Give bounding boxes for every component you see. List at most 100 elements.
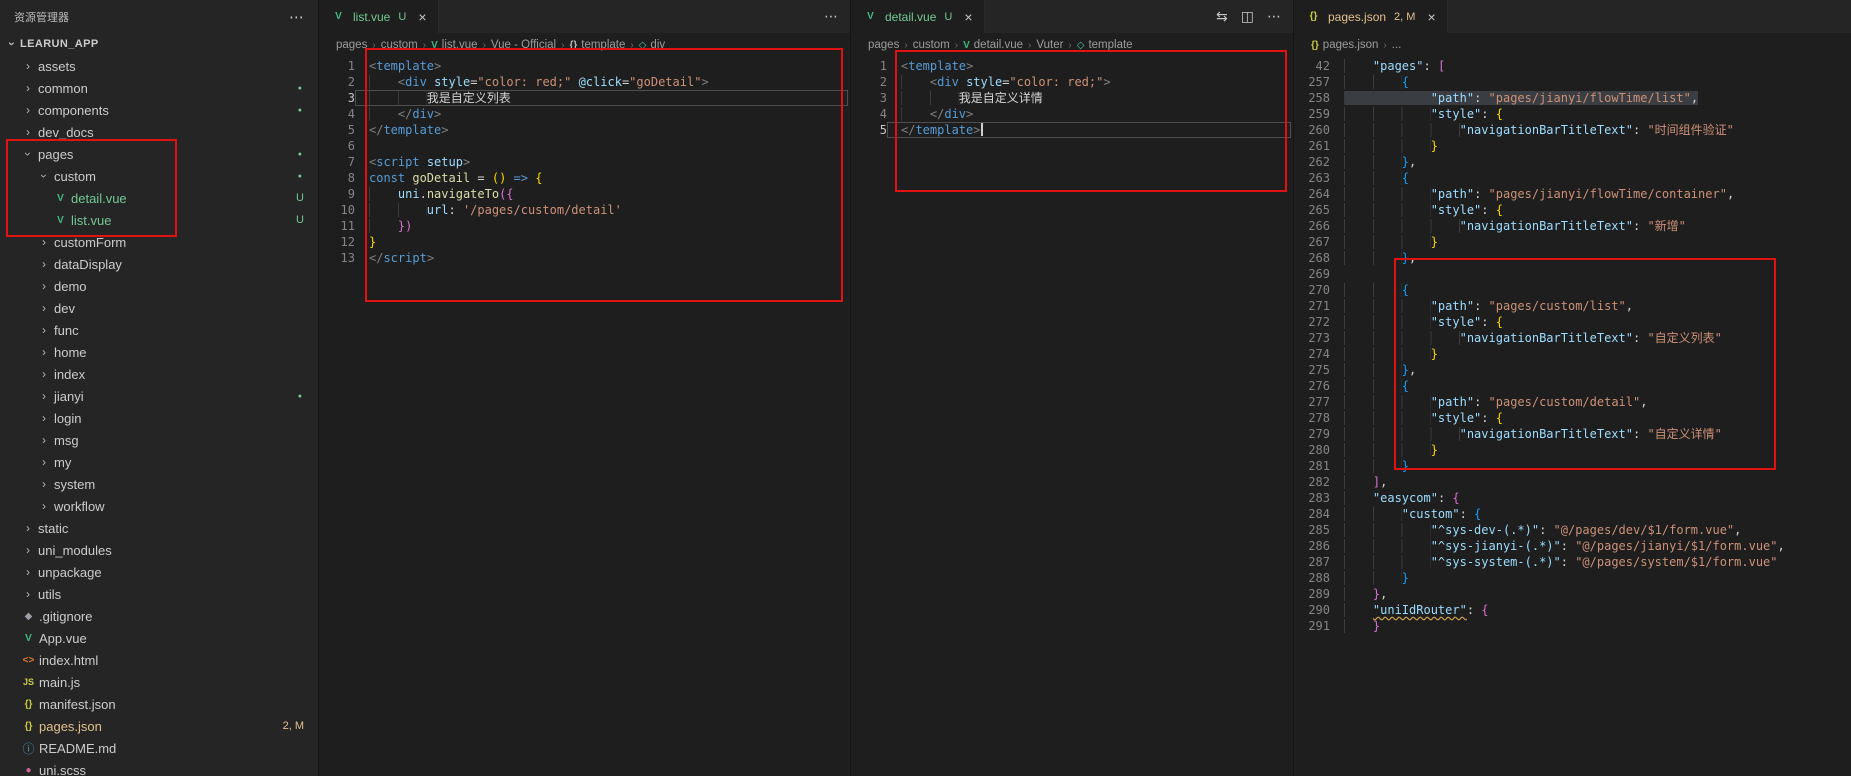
breadcrumb-item-list.vue[interactable]: Vlist.vue (431, 39, 477, 51)
code-line-text[interactable]: "navigationBarTitleText": "自定义列表" (1330, 330, 1849, 346)
code-line-text[interactable]: } (1330, 458, 1849, 474)
breadcrumb-item-custom[interactable]: custom (913, 39, 950, 51)
code-line-text[interactable]: } (1330, 618, 1849, 634)
open-changes-icon[interactable]: ⇆ (1216, 8, 1228, 25)
project-root[interactable]: › LEARUN_APP (0, 33, 318, 55)
more-actions-icon[interactable]: ⋯ (824, 8, 838, 25)
code-line-text[interactable]: "path": "pages/jianyi/flowTime/container… (1330, 186, 1849, 202)
code-line-text[interactable]: 我是自定义列表 (355, 90, 848, 106)
code-line-text[interactable]: "custom": { (1330, 506, 1849, 522)
code-line-text[interactable]: </script> (355, 250, 848, 266)
code-line-text[interactable]: "pages": [ (1330, 58, 1849, 74)
tree-item-demo[interactable]: ›demo (0, 275, 318, 297)
code-line-text[interactable]: }) (355, 218, 848, 234)
tree-item-func[interactable]: ›func (0, 319, 318, 341)
tree-item-App.vue[interactable]: VApp.vue (0, 627, 318, 649)
tree-item-main.js[interactable]: JSmain.js (0, 671, 318, 693)
tree-item-detail.vue[interactable]: Vdetail.vueU (0, 187, 318, 209)
code-line-text[interactable]: } (1330, 570, 1849, 586)
breadcrumb-item-custom[interactable]: custom (381, 39, 418, 51)
code-line-text[interactable]: "uniIdRouter": { (1330, 602, 1849, 618)
tree-item-uni_modules[interactable]: ›uni_modules (0, 539, 318, 561)
tree-item-workflow[interactable]: ›workflow (0, 495, 318, 517)
code-line-text[interactable]: <div style="color: red;" @click="goDetai… (355, 74, 848, 90)
tree-item-dev_docs[interactable]: ›dev_docs (0, 121, 318, 143)
code-line-text[interactable]: </div> (887, 106, 1291, 122)
breadcrumb-item-pages[interactable]: pages (336, 39, 367, 51)
code-line-text[interactable] (355, 138, 848, 154)
code-line-text[interactable]: "^sys-jianyi-(.*)": "@/pages/jianyi/$1/f… (1330, 538, 1849, 554)
code-line-text[interactable]: } (1330, 234, 1849, 250)
code-line-text[interactable]: "navigationBarTitleText": "时间组件验证" (1330, 122, 1849, 138)
breadcrumb-item-Vuter[interactable]: Vuter (1036, 39, 1063, 51)
tree-item-msg[interactable]: ›msg (0, 429, 318, 451)
tree-item-customForm[interactable]: ›customForm (0, 231, 318, 253)
close-icon[interactable]: × (964, 9, 972, 25)
code-line-text[interactable]: }, (1330, 154, 1849, 170)
code-line-text[interactable]: { (1330, 74, 1849, 90)
close-icon[interactable]: × (1427, 9, 1435, 25)
code-line-text[interactable]: } (1330, 346, 1849, 362)
tree-item-system[interactable]: ›system (0, 473, 318, 495)
code-line-text[interactable]: }, (1330, 250, 1849, 266)
code-line-text[interactable]: { (1330, 378, 1849, 394)
code-line-text[interactable]: </div> (355, 106, 848, 122)
tree-item-utils[interactable]: ›utils (0, 583, 318, 605)
breadcrumb-item-div[interactable]: ◇div (639, 39, 665, 51)
code-line-text[interactable]: "path": "pages/custom/list", (1330, 298, 1849, 314)
code-line-text[interactable] (1330, 266, 1849, 282)
tree-item-components[interactable]: ›components● (0, 99, 318, 121)
tree-item-pages[interactable]: ›pages● (0, 143, 318, 165)
breadcrumb-item-detail.vue[interactable]: Vdetail.vue (963, 39, 1023, 51)
tree-item-index[interactable]: ›index (0, 363, 318, 385)
code-line-text[interactable]: } (1330, 442, 1849, 458)
tree-item-uni.scss[interactable]: ●uni.scss (0, 759, 318, 776)
code-line-text[interactable]: const goDetail = () => { (355, 170, 848, 186)
tree-item-pages.json[interactable]: {}pages.json2, M (0, 715, 318, 737)
close-icon[interactable]: × (418, 9, 426, 25)
code-line-text[interactable]: } (1330, 138, 1849, 154)
code-line-text[interactable]: "style": { (1330, 202, 1849, 218)
tree-item-static[interactable]: ›static (0, 517, 318, 539)
code-line-text[interactable]: uni.navigateTo({ (355, 186, 848, 202)
tree-item-.gitignore[interactable]: ◆.gitignore (0, 605, 318, 627)
code-line-text[interactable]: } (355, 234, 848, 250)
tree-item-list.vue[interactable]: Vlist.vueU (0, 209, 318, 231)
split-editor-icon[interactable]: ◫ (1241, 8, 1254, 25)
tree-item-common[interactable]: ›common● (0, 77, 318, 99)
code-line-text[interactable]: "easycom": { (1330, 490, 1849, 506)
breadcrumb-item-...[interactable]: ... (1392, 39, 1402, 51)
more-actions-icon[interactable]: ⋯ (1267, 8, 1281, 25)
breadcrumb-item-pages.json[interactable]: {}pages.json (1311, 39, 1378, 51)
breadcrumb-item-pages[interactable]: pages (868, 39, 899, 51)
code-line-text[interactable]: "style": { (1330, 314, 1849, 330)
code-line-text[interactable]: <template> (887, 58, 1291, 74)
code-line-text[interactable]: "style": { (1330, 106, 1849, 122)
tree-item-manifest.json[interactable]: {}manifest.json (0, 693, 318, 715)
code-line-text[interactable]: ], (1330, 474, 1849, 490)
breadcrumb-item-template[interactable]: ◇template (1077, 39, 1133, 51)
tree-item-jianyi[interactable]: ›jianyi● (0, 385, 318, 407)
code-line-text[interactable]: <div style="color: red;"> (887, 74, 1291, 90)
tree-item-my[interactable]: ›my (0, 451, 318, 473)
code-line-text[interactable]: "style": { (1330, 410, 1849, 426)
tree-item-custom[interactable]: ›custom● (0, 165, 318, 187)
code-line-text[interactable]: <template> (355, 58, 848, 74)
code-line-text[interactable]: { (1330, 282, 1849, 298)
tree-item-dataDisplay[interactable]: ›dataDisplay (0, 253, 318, 275)
code-line-text[interactable]: "navigationBarTitleText": "新增" (1330, 218, 1849, 234)
tab-detail.vue[interactable]: Vdetail.vueU× (851, 0, 985, 33)
tree-item-unpackage[interactable]: ›unpackage (0, 561, 318, 583)
more-actions-icon[interactable]: ⋯ (289, 9, 304, 26)
tree-item-home[interactable]: ›home (0, 341, 318, 363)
code-line-text[interactable]: "navigationBarTitleText": "自定义详情" (1330, 426, 1849, 442)
breadcrumb-item-Vue - Official[interactable]: Vue - Official (491, 39, 556, 51)
tree-item-login[interactable]: ›login (0, 407, 318, 429)
code-line-text[interactable]: "path": "pages/custom/detail", (1330, 394, 1849, 410)
code-line-text[interactable]: "^sys-system-(.*)": "@/pages/system/$1/f… (1330, 554, 1849, 570)
code-line-text[interactable]: }, (1330, 362, 1849, 378)
code-line-text[interactable]: 我是自定义详情 (887, 90, 1291, 106)
code-line-text[interactable]: <script setup> (355, 154, 848, 170)
code-line-text[interactable]: { (1330, 170, 1849, 186)
tab-pages.json[interactable]: {}pages.json2, M× (1294, 0, 1448, 33)
